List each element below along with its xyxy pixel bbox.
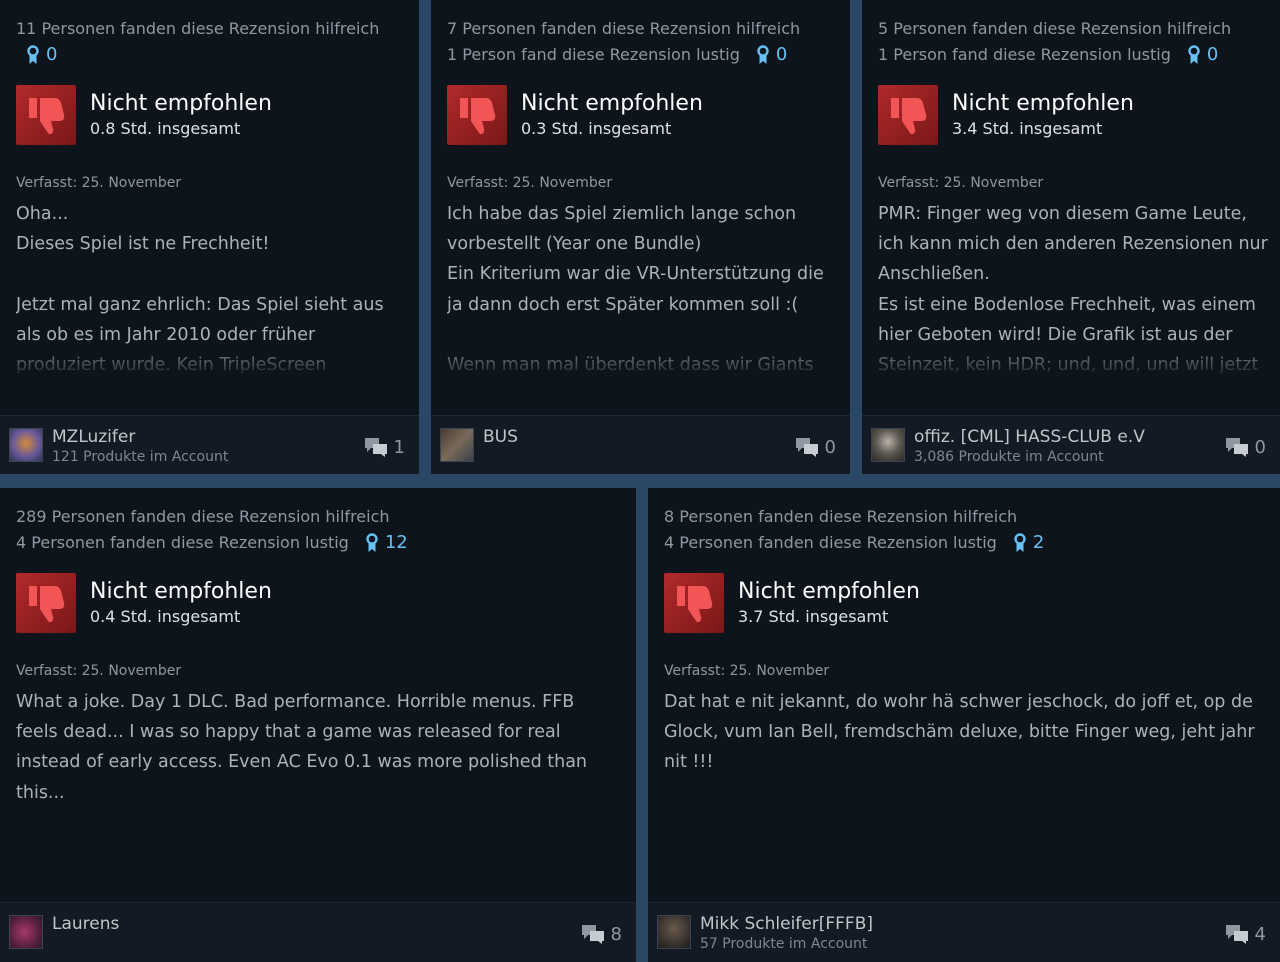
review-meta: 11 Personen fanden diese Rezension hilfr… xyxy=(16,16,379,68)
review-body[interactable]: Oha... Dieses Spiel ist ne Frechheit! Je… xyxy=(16,199,409,379)
award-button[interactable]: 0 xyxy=(756,42,787,68)
thumbs-down-icon xyxy=(447,85,507,145)
user-name[interactable]: BUS xyxy=(483,426,518,448)
review-footer: BUS 0 xyxy=(431,415,850,474)
award-ribbon-icon xyxy=(1188,45,1200,64)
hours-played: 3.4 Std. insgesamt xyxy=(952,119,1103,138)
funny-count: 1 Person fand diese Rezension lustig xyxy=(878,45,1171,64)
verdict-title: Nicht empfohlen xyxy=(952,91,1134,116)
comment-bubbles-icon xyxy=(1225,438,1248,457)
helpful-count: 8 Personen fanden diese Rezension hilfre… xyxy=(664,507,1018,526)
posted-date: Verfasst: 25. November xyxy=(16,663,182,679)
comment-count: 8 xyxy=(610,923,622,945)
verdict-title: Nicht empfohlen xyxy=(738,579,920,604)
product-count: 121 Produkte im Account xyxy=(52,449,229,465)
thumbs-down-icon xyxy=(16,573,76,633)
posted-date: Verfasst: 25. November xyxy=(16,175,182,191)
award-button[interactable]: 12 xyxy=(365,530,408,556)
comments-button[interactable]: 0 xyxy=(795,436,836,458)
award-ribbon-icon xyxy=(1014,533,1026,552)
review-footer: Mikk Schleifer[FFFB] 57 Produkte im Acco… xyxy=(648,902,1280,962)
user-name[interactable]: Laurens xyxy=(52,913,119,935)
award-count: 0 xyxy=(775,44,788,65)
award-ribbon-icon xyxy=(757,45,769,64)
posted-date: Verfasst: 25. November xyxy=(878,175,1044,191)
award-button[interactable]: 0 xyxy=(1187,42,1218,68)
award-count: 2 xyxy=(1032,532,1045,553)
user-name[interactable]: offiz. [CML] HASS-CLUB e.V xyxy=(914,426,1145,448)
verdict-title: Nicht empfohlen xyxy=(521,91,703,116)
product-count: 3,086 Produkte im Account xyxy=(914,449,1104,465)
thumbs-down-icon xyxy=(878,85,938,145)
avatar[interactable] xyxy=(9,428,43,462)
review-card: 5 Personen fanden diese Rezension hilfre… xyxy=(862,0,1280,474)
thumbs-down-icon xyxy=(16,85,76,145)
award-ribbon-icon xyxy=(366,533,378,552)
funny-count: 4 Personen fanden diese Rezension lustig xyxy=(16,533,349,552)
comments-button[interactable]: 4 xyxy=(1225,923,1266,945)
avatar[interactable] xyxy=(9,915,43,949)
award-count: 0 xyxy=(1206,44,1219,65)
helpful-count: 5 Personen fanden diese Rezension hilfre… xyxy=(878,19,1232,38)
posted-date: Verfasst: 25. November xyxy=(447,175,613,191)
review-verdict[interactable]: Nicht empfohlen 0.3 Std. insgesamt xyxy=(447,85,703,145)
review-card: 7 Personen fanden diese Rezension hilfre… xyxy=(431,0,850,474)
product-count: 57 Produkte im Account xyxy=(700,936,868,952)
award-ribbon-icon xyxy=(27,45,39,64)
award-button[interactable]: 2 xyxy=(1013,530,1044,556)
review-verdict[interactable]: Nicht empfohlen 0.4 Std. insgesamt xyxy=(16,573,272,633)
review-verdict[interactable]: Nicht empfohlen 0.8 Std. insgesamt xyxy=(16,85,272,145)
comments-button[interactable]: 0 xyxy=(1225,436,1266,458)
review-meta: 5 Personen fanden diese Rezension hilfre… xyxy=(878,16,1231,68)
comments-button[interactable]: 1 xyxy=(364,436,405,458)
comment-bubbles-icon xyxy=(1225,925,1248,944)
review-meta: 289 Personen fanden diese Rezension hilf… xyxy=(16,504,408,556)
comments-button[interactable]: 8 xyxy=(581,923,622,945)
hours-played: 0.8 Std. insgesamt xyxy=(90,119,241,138)
hours-played: 3.7 Std. insgesamt xyxy=(738,607,889,626)
comment-count: 0 xyxy=(1254,436,1266,458)
comment-count: 1 xyxy=(393,436,405,458)
review-meta: 8 Personen fanden diese Rezension hilfre… xyxy=(664,504,1044,556)
review-body[interactable]: What a joke. Day 1 DLC. Bad performance.… xyxy=(16,687,606,817)
funny-count: 1 Person fand diese Rezension lustig xyxy=(447,45,740,64)
comment-count: 4 xyxy=(1254,923,1266,945)
comment-bubbles-icon xyxy=(364,438,387,457)
helpful-count: 11 Personen fanden diese Rezension hilfr… xyxy=(16,19,380,38)
review-meta: 7 Personen fanden diese Rezension hilfre… xyxy=(447,16,800,68)
verdict-title: Nicht empfohlen xyxy=(90,579,272,604)
review-card: 8 Personen fanden diese Rezension hilfre… xyxy=(648,488,1280,962)
review-footer: MZLuzifer 121 Produkte im Account 1 xyxy=(0,415,419,474)
review-body[interactable]: PMR: Finger weg von diesem Game Leute, i… xyxy=(878,199,1270,379)
comment-bubbles-icon xyxy=(795,438,818,457)
review-footer: offiz. [CML] HASS-CLUB e.V 3,086 Produkt… xyxy=(862,415,1280,474)
review-body[interactable]: Ich habe das Spiel ziemlich lange schon … xyxy=(447,199,840,379)
user-name[interactable]: Mikk Schleifer[FFFB] xyxy=(700,913,873,935)
award-count: 0 xyxy=(46,44,58,65)
verdict-title: Nicht empfohlen xyxy=(90,91,272,116)
award-count: 12 xyxy=(384,532,408,553)
avatar[interactable] xyxy=(871,428,905,462)
avatar[interactable] xyxy=(440,428,474,462)
helpful-count: 289 Personen fanden diese Rezension hilf… xyxy=(16,507,390,526)
comment-bubbles-icon xyxy=(581,925,604,944)
award-button[interactable]: 0 xyxy=(26,42,57,68)
user-name[interactable]: MZLuzifer xyxy=(52,426,228,448)
thumbs-down-icon xyxy=(664,573,724,633)
comment-count: 0 xyxy=(824,436,836,458)
review-verdict[interactable]: Nicht empfohlen 3.4 Std. insgesamt xyxy=(878,85,1134,145)
helpful-count: 7 Personen fanden diese Rezension hilfre… xyxy=(447,19,801,38)
posted-date: Verfasst: 25. November xyxy=(664,663,830,679)
review-body[interactable]: Dat hat e nit jekannt, do wohr hä schwer… xyxy=(664,687,1270,787)
review-card: 289 Personen fanden diese Rezension hilf… xyxy=(0,488,636,962)
hours-played: 0.4 Std. insgesamt xyxy=(90,607,241,626)
review-footer: Laurens 8 xyxy=(0,902,636,962)
review-verdict[interactable]: Nicht empfohlen 3.7 Std. insgesamt xyxy=(664,573,920,633)
review-card: 11 Personen fanden diese Rezension hilfr… xyxy=(0,0,419,474)
hours-played: 0.3 Std. insgesamt xyxy=(521,119,672,138)
funny-count: 4 Personen fanden diese Rezension lustig xyxy=(664,533,997,552)
avatar[interactable] xyxy=(657,915,691,949)
